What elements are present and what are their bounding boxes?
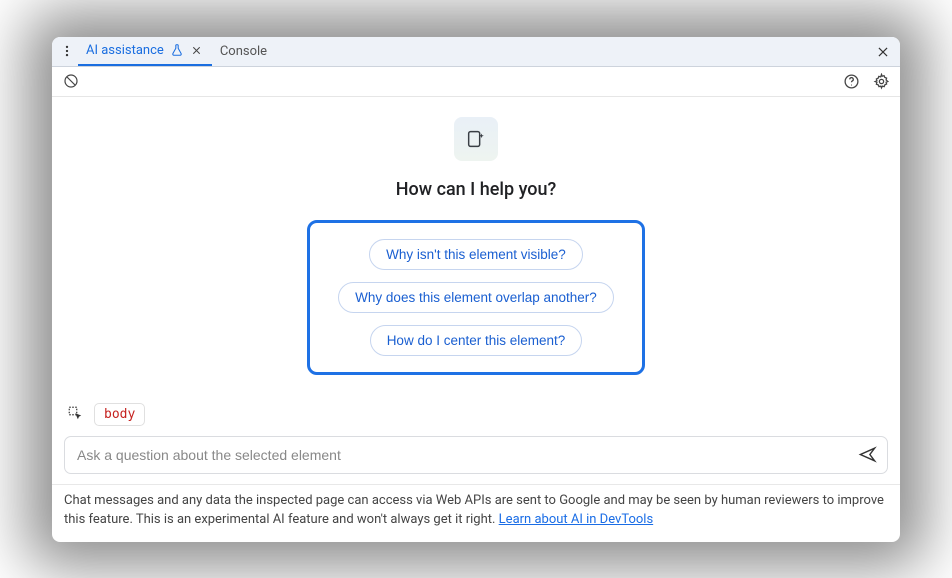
panel-close-button[interactable] — [872, 41, 894, 63]
help-button[interactable] — [840, 70, 862, 92]
prompt-input-row — [64, 436, 888, 474]
suggestion-chip[interactable]: Why does this element overlap another? — [338, 282, 614, 313]
select-element-icon[interactable] — [66, 404, 86, 424]
toolbar — [52, 67, 900, 97]
tab-ai-assistance[interactable]: AI assistance — [78, 37, 212, 67]
content-area: How can I help you? Why isn't this eleme… — [52, 97, 900, 484]
send-button[interactable] — [853, 441, 881, 469]
more-tabs-button[interactable] — [56, 40, 78, 62]
clear-button[interactable] — [60, 70, 82, 92]
tab-console[interactable]: Console — [212, 37, 275, 67]
suggestion-chip[interactable]: How do I center this element? — [370, 325, 583, 356]
element-chip[interactable]: body — [94, 403, 145, 426]
tab-close-button[interactable] — [190, 43, 204, 57]
context-row: body — [64, 403, 145, 426]
tab-strip: AI assistance Console — [52, 37, 900, 67]
disclaimer-link[interactable]: Learn about AI in DevTools — [499, 512, 653, 527]
disclaimer-text: Chat messages and any data the inspected… — [64, 493, 884, 528]
prompt-input[interactable] — [77, 447, 853, 463]
devtools-panel: AI assistance Console How — [52, 37, 900, 542]
ai-spark-icon — [454, 117, 498, 161]
suggestion-chip[interactable]: Why isn't this element visible? — [369, 239, 583, 270]
tab-label: Console — [220, 44, 267, 59]
disclaimer: Chat messages and any data the inspected… — [52, 484, 900, 542]
suggestions-box: Why isn't this element visible? Why does… — [307, 220, 645, 375]
tab-label: AI assistance — [86, 43, 164, 58]
flask-icon — [170, 43, 184, 57]
settings-button[interactable] — [870, 70, 892, 92]
heading: How can I help you? — [396, 179, 556, 200]
